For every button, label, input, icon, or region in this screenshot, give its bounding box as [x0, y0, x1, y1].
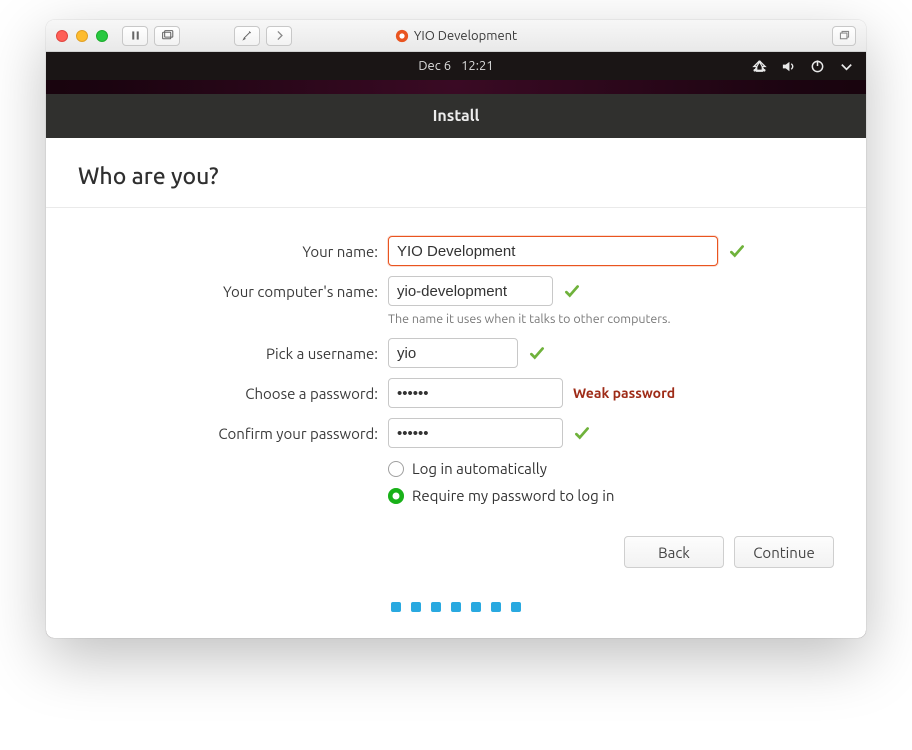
progress-dot	[471, 602, 481, 612]
zoom-button[interactable]	[96, 30, 108, 42]
divider	[46, 207, 866, 208]
name-label: Your name:	[78, 243, 378, 260]
clock-date[interactable]: Dec 6	[418, 59, 451, 73]
continue-button[interactable]: Continue	[734, 536, 834, 568]
toolbar-group-left	[122, 26, 180, 46]
check-icon	[573, 424, 591, 442]
radio-unchecked-icon	[388, 461, 404, 477]
vm-window: YIO Development Dec 6 12:21 Install Who …	[46, 20, 866, 638]
forward-button[interactable]	[266, 26, 292, 46]
restore-button[interactable]	[832, 26, 856, 46]
login-require-radio[interactable]: Require my password to log in	[388, 487, 834, 504]
radio-checked-icon	[388, 488, 404, 504]
progress-dot	[511, 602, 521, 612]
system-status-area[interactable]	[752, 59, 854, 74]
back-button[interactable]: Back	[624, 536, 724, 568]
mac-titlebar: YIO Development	[46, 20, 866, 52]
power-icon	[810, 59, 825, 74]
chevron-down-icon	[839, 59, 854, 74]
confirm-input[interactable]	[388, 418, 563, 448]
check-icon	[728, 242, 746, 260]
close-button[interactable]	[56, 30, 68, 42]
login-auto-radio[interactable]: Log in automatically	[388, 460, 834, 477]
nav-actions: Back Continue	[78, 506, 834, 568]
volume-icon	[781, 59, 796, 74]
gnome-top-bar: Dec 6 12:21	[46, 52, 866, 80]
toolbar-group-mid	[234, 26, 292, 46]
installer-titlebar: Install	[46, 94, 866, 138]
progress-dot	[391, 602, 401, 612]
minimize-button[interactable]	[76, 30, 88, 42]
progress-dot	[491, 602, 501, 612]
page-heading: Who are you?	[78, 164, 834, 189]
desktop-background: Install Who are you? Your name: Your com…	[46, 80, 866, 638]
progress-dots	[78, 568, 834, 618]
username-input[interactable]	[388, 338, 518, 368]
username-label: Pick a username:	[78, 345, 378, 362]
confirm-label: Confirm your password:	[78, 425, 378, 442]
installer-content: Who are you? Your name: Your computer's …	[46, 138, 866, 638]
installer-title: Install	[433, 107, 480, 125]
password-label: Choose a password:	[78, 385, 378, 402]
check-icon	[528, 344, 546, 362]
login-auto-label: Log in automatically	[412, 460, 547, 477]
progress-dot	[431, 602, 441, 612]
progress-dot	[411, 602, 421, 612]
login-require-label: Require my password to log in	[412, 487, 614, 504]
network-icon	[752, 59, 767, 74]
name-input[interactable]	[388, 236, 718, 266]
settings-dropdown-button[interactable]	[234, 26, 260, 46]
progress-dot	[451, 602, 461, 612]
snapshot-button[interactable]	[154, 26, 180, 46]
computer-input[interactable]	[388, 276, 553, 306]
window-title-text: YIO Development	[414, 29, 517, 43]
traffic-lights	[56, 30, 108, 42]
computer-help-text: The name it uses when it talks to other …	[388, 312, 834, 326]
password-input[interactable]	[388, 378, 563, 408]
clock-time[interactable]: 12:21	[461, 59, 494, 73]
pause-button[interactable]	[122, 26, 148, 46]
user-form: Your name: Your computer's name: The nam…	[78, 234, 834, 504]
check-icon	[563, 282, 581, 300]
computer-label: Your computer's name:	[78, 283, 378, 300]
password-strength: Weak password	[573, 385, 675, 401]
ubuntu-icon	[395, 29, 409, 43]
